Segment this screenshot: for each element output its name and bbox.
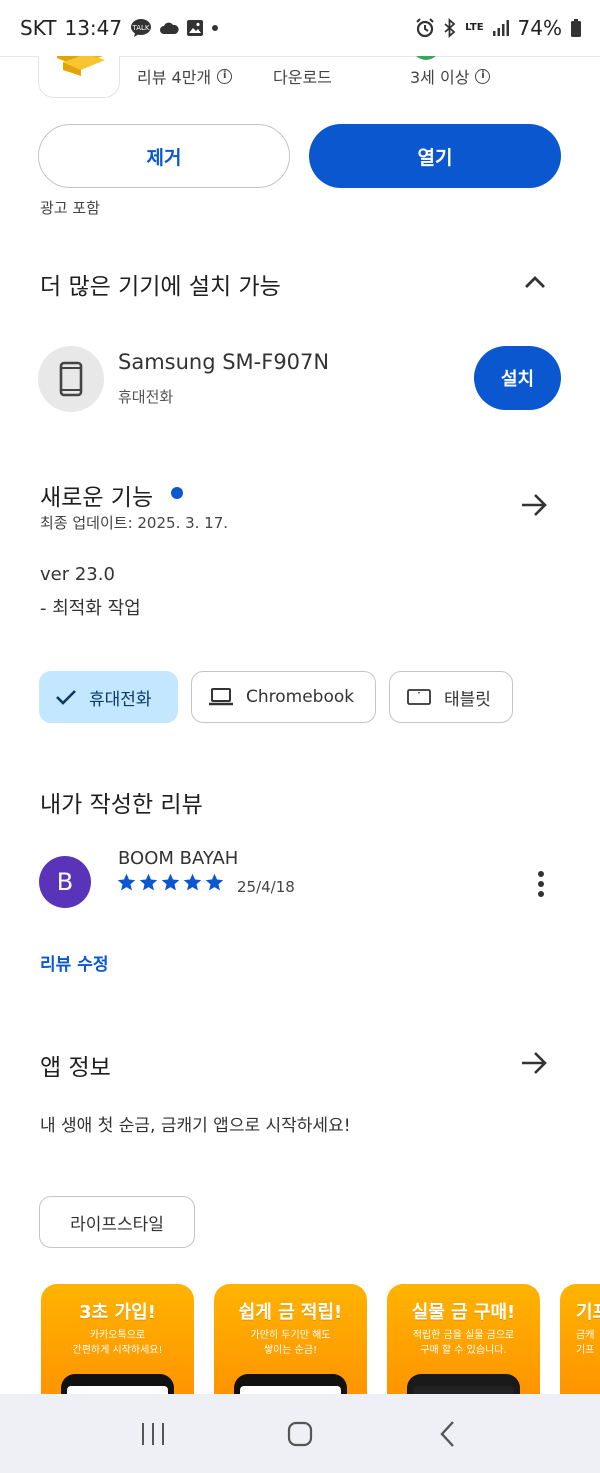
star-rating bbox=[116, 872, 225, 893]
reviewer-name: BOOM BAYAH bbox=[118, 848, 239, 869]
home-button[interactable] bbox=[270, 1409, 330, 1459]
alarm-icon bbox=[416, 18, 434, 38]
screenshot-subtext: 간편하게 시작하세요! bbox=[72, 1345, 163, 1356]
star-icon bbox=[117, 873, 136, 891]
chip-chromebook[interactable]: Chromebook bbox=[191, 671, 376, 723]
release-note-line: - 최적화 작업 bbox=[40, 598, 141, 619]
status-left: SKT 13:47 TALK bbox=[20, 16, 219, 40]
new-indicator-dot bbox=[171, 487, 183, 499]
ads-note: 광고 포함 bbox=[40, 199, 100, 217]
navigation-bar bbox=[0, 1394, 600, 1473]
screenshot-subtext: 구매 할 수 있습니다. bbox=[420, 1345, 507, 1356]
image-icon bbox=[187, 20, 204, 36]
star-icon bbox=[161, 873, 180, 891]
talk-icon: TALK bbox=[131, 19, 152, 37]
reviews-label: 리뷰 4만개 bbox=[137, 68, 212, 87]
bluetooth-icon bbox=[444, 18, 456, 38]
whats-new-title: 새로운 기능 bbox=[40, 485, 154, 511]
cloud-icon bbox=[160, 22, 179, 34]
age-rating-label: 3세 이상 bbox=[410, 68, 470, 87]
screenshot-subtext: 카카오톡으로 bbox=[89, 1330, 146, 1341]
dot-icon bbox=[212, 25, 219, 31]
star-icon bbox=[139, 873, 158, 891]
tablet-icon bbox=[407, 689, 431, 705]
info-icon: i bbox=[217, 68, 233, 84]
screenshot-headline: 기프 bbox=[576, 1302, 600, 1323]
arrow-right-icon[interactable] bbox=[518, 1047, 550, 1079]
edit-review-link[interactable]: 리뷰 수정 bbox=[40, 950, 108, 975]
chip-chromebook-label: Chromebook bbox=[246, 687, 355, 707]
screenshot-headline: 3초 가입! bbox=[79, 1302, 156, 1323]
age-rating[interactable]: 3세 이상 i bbox=[410, 64, 491, 88]
signal-icon bbox=[492, 20, 509, 36]
remove-button[interactable]: 제거 bbox=[38, 124, 290, 188]
more-options-icon[interactable] bbox=[530, 868, 552, 900]
app-info-title: 앱 정보 bbox=[40, 1055, 111, 1081]
star-icon bbox=[205, 873, 224, 891]
device-name: Samsung SM-F907N bbox=[118, 350, 330, 374]
home-icon bbox=[287, 1421, 313, 1446]
battery-percent: 74% bbox=[517, 16, 562, 40]
screenshot-subtext: 적립한 금을 실물 금으로 bbox=[412, 1330, 515, 1341]
notification-icons: TALK bbox=[130, 18, 219, 38]
last-updated: 최종 업데이트: 2025. 3. 17. bbox=[40, 514, 229, 532]
lte-label: LTE bbox=[465, 22, 484, 33]
laptop-icon bbox=[209, 688, 233, 706]
chip-phone[interactable]: 휴대전화 bbox=[39, 671, 178, 723]
more-devices-title: 더 많은 기기에 설치 가능 bbox=[40, 274, 281, 300]
device-avatar bbox=[38, 346, 104, 412]
check-icon bbox=[56, 690, 76, 705]
back-icon bbox=[440, 1420, 454, 1447]
star-icon bbox=[183, 873, 202, 891]
info-icon: i bbox=[475, 68, 491, 84]
downloads-stat: 다운로드 bbox=[273, 64, 332, 88]
status-right: LTE 74% bbox=[415, 16, 582, 40]
phone-icon bbox=[59, 361, 83, 397]
my-review-title: 내가 작성한 리뷰 bbox=[40, 792, 203, 818]
review-date: 25/4/18 bbox=[237, 878, 295, 896]
release-note-line: ver 23.0 bbox=[40, 564, 115, 585]
app-description: 내 생애 첫 순금, 금캐기 앱으로 시작하세요! bbox=[40, 1116, 351, 1136]
chevron-up-icon[interactable] bbox=[521, 268, 549, 296]
screenshot-headline: 쉽게 금 적립! bbox=[238, 1302, 343, 1323]
chip-tablet[interactable]: 태블릿 bbox=[389, 671, 513, 723]
category-chip[interactable]: 라이프스타일 bbox=[39, 1196, 195, 1248]
open-button[interactable]: 열기 bbox=[309, 124, 561, 188]
recent-apps-icon bbox=[142, 1422, 165, 1445]
screenshot-subtext: 금캐 bbox=[576, 1330, 595, 1341]
back-button[interactable] bbox=[417, 1409, 477, 1459]
screenshot-subtext: 가만히 두기만 해도 bbox=[250, 1330, 331, 1341]
recent-apps-button[interactable] bbox=[123, 1409, 183, 1459]
install-button[interactable]: 설치 bbox=[474, 346, 561, 410]
chip-phone-label: 휴대전화 bbox=[89, 689, 152, 710]
device-type: 휴대전화 bbox=[118, 388, 174, 406]
svg-text:TALK: TALK bbox=[132, 24, 150, 32]
chip-tablet-label: 태블릿 bbox=[444, 689, 491, 710]
clock: 13:47 bbox=[64, 16, 123, 40]
screenshot-subtext: 쌓이는 순금! bbox=[263, 1345, 318, 1356]
avatar: B bbox=[39, 856, 91, 908]
screenshot-headline: 실물 금 구매! bbox=[411, 1302, 516, 1323]
downloads-label: 다운로드 bbox=[273, 68, 332, 87]
reviews-count[interactable]: 리뷰 4만개 i bbox=[137, 64, 233, 88]
status-bar: SKT 13:47 TALK LTE 74% bbox=[0, 0, 600, 56]
carrier-label: SKT bbox=[20, 16, 57, 40]
battery-icon bbox=[571, 19, 581, 37]
screenshot-subtext: 기프 bbox=[576, 1345, 595, 1356]
arrow-right-icon[interactable] bbox=[518, 489, 550, 521]
